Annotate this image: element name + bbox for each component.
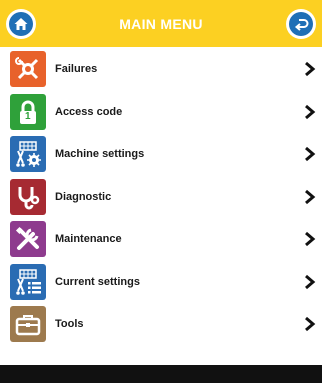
chevron-right-icon[interactable] [304,61,316,77]
machine-settings-tile [10,136,46,173]
access-code-tile: 1 [10,93,46,130]
main-menu-list: Failures 1 Access code Machine settings … [0,48,322,346]
menu-item-machine-settings[interactable]: Machine settings [0,133,322,176]
tools-crossed-icon [15,227,39,251]
chevron-right-icon[interactable] [304,189,316,205]
diagnostic-tile [10,178,46,215]
toolbox-icon [15,315,41,336]
menu-item-label: Diagnostic [55,190,112,203]
back-button[interactable] [286,9,316,39]
chevron-right-icon[interactable] [304,316,316,332]
menu-item-label: Access code [55,105,123,118]
machine-gear-icon [16,141,41,168]
padlock-digit: 1 [25,110,31,122]
current-settings-tile [10,263,46,300]
tools-tile [10,306,46,343]
menu-item-maintenance[interactable]: Maintenance [0,218,322,261]
back-arrow-icon [294,19,309,31]
menu-item-failures[interactable]: Failures [0,48,322,91]
menu-item-current-settings[interactable]: Current settings [0,261,322,304]
wrench-warning-icon [15,57,39,80]
menu-item-label: Maintenance [55,233,122,246]
machine-list-icon [16,269,41,295]
failures-tile [10,51,46,88]
menu-item-label: Machine settings [55,148,145,161]
chevron-right-icon[interactable] [304,146,316,162]
chevron-right-icon[interactable] [304,104,316,120]
header-bar: MAIN MENU [0,0,322,47]
menu-item-diagnostic[interactable]: Diagnostic [0,176,322,219]
menu-item-access-code[interactable]: 1 Access code [0,91,322,134]
menu-item-tools[interactable]: Tools [0,303,322,346]
chevron-right-icon[interactable] [304,274,316,290]
menu-item-label: Current settings [55,275,140,288]
menu-item-label: Tools [55,318,84,331]
footer-bar [0,365,322,383]
menu-item-label: Failures [55,63,98,76]
maintenance-tile [10,221,46,258]
chevron-right-icon[interactable] [304,231,316,247]
page-title: MAIN MENU [119,16,203,32]
stethoscope-icon [18,186,40,210]
